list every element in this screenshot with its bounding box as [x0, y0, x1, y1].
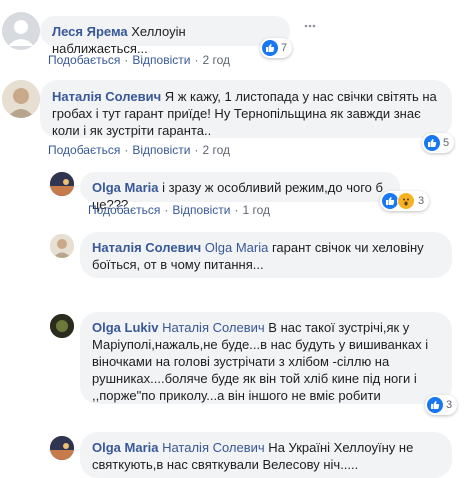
- like-icon: [427, 397, 443, 413]
- comment-actions: Подобається · Відповісти · 2 год: [48, 143, 230, 157]
- reply-actions: Подобається · Відповісти · 1 год: [88, 203, 270, 217]
- comment-text-line: гробах і тут гарант приїде! Ну Тернопіль…: [52, 106, 421, 121]
- comment-text-line: Я ж кажу, 1 листопада у нас свічки світя…: [161, 89, 437, 104]
- timestamp[interactable]: 1 год: [242, 203, 270, 217]
- reaction-count: 7: [281, 42, 288, 54]
- reaction-badge[interactable]: 3: [380, 191, 430, 211]
- reply-text-line: гарант свічок чи хеловіну: [268, 240, 424, 255]
- comment-author[interactable]: Наталія Солевич: [52, 89, 161, 104]
- reply-text-line: святкують,в нас святкували Велесову ніч.…: [92, 457, 359, 472]
- mention-link[interactable]: Наталія Солевич: [162, 440, 265, 455]
- like-link[interactable]: Подобається: [88, 203, 160, 217]
- reply-bubble: Olga Lukiv Наталія Солевич В нас такої з…: [80, 312, 452, 404]
- reaction-badge[interactable]: 3: [425, 395, 458, 415]
- reply-link[interactable]: Відповісти: [132, 143, 190, 157]
- profile-photo-icon: [50, 436, 74, 460]
- comment-text-line: коли і як зустріти гаранта..: [52, 123, 212, 138]
- reply-text-line: ,,порже"по приколу...а він іншого не вмі…: [92, 388, 381, 403]
- profile-photo-icon: [50, 234, 74, 258]
- reaction-count: 5: [443, 137, 450, 149]
- avatar[interactable]: [50, 172, 74, 196]
- profile-photo-icon: [50, 172, 74, 196]
- default-avatar-icon: [8, 20, 34, 46]
- like-icon: [262, 40, 278, 56]
- reply-author[interactable]: Наталія Солевич: [92, 240, 201, 255]
- reply-text-line: В нас такої зустрічі,як у: [264, 320, 410, 335]
- reaction-count: 3: [418, 195, 425, 207]
- profile-photo-icon: [2, 80, 40, 118]
- reaction-count: 3: [446, 399, 453, 411]
- timestamp[interactable]: 2 год: [202, 53, 230, 67]
- reaction-badge[interactable]: 5: [422, 133, 455, 153]
- timestamp[interactable]: 2 год: [202, 143, 230, 157]
- like-icon: [424, 135, 440, 151]
- reply-bubble: Наталія Солевич Olga Maria гарант свічок…: [80, 232, 452, 278]
- reply-bubble: Olga Maria і зразу ж особливий режим,до …: [80, 172, 400, 212]
- more-options-icon[interactable]: [304, 20, 316, 32]
- avatar[interactable]: [50, 314, 74, 338]
- mention-link[interactable]: Наталія Солевич: [162, 320, 265, 335]
- like-link[interactable]: Подобається: [48, 53, 120, 67]
- like-icon: [382, 193, 398, 209]
- comment-author[interactable]: Леся Ярема: [52, 24, 128, 39]
- profile-photo-icon: [50, 314, 74, 338]
- comment-bubble: Леся Ярема Хеллоуін наближається...: [40, 16, 290, 56]
- reply-text-line: боїться, от в чому питання...: [92, 257, 264, 272]
- comment-actions: Подобається · Відповісти · 2 год: [48, 53, 230, 67]
- reply-author[interactable]: Olga Maria: [92, 440, 158, 455]
- reply-author[interactable]: Olga Lukiv: [92, 320, 158, 335]
- reply-text-line: Маріуполі,нажаль,не буде...в нас будуть …: [92, 337, 429, 352]
- avatar[interactable]: [50, 436, 74, 460]
- mention-link[interactable]: Olga Maria: [205, 240, 269, 255]
- avatar[interactable]: [2, 80, 40, 118]
- like-link[interactable]: Подобається: [48, 143, 120, 157]
- wow-icon: [397, 192, 415, 210]
- reply-author[interactable]: Olga Maria: [92, 180, 158, 195]
- reply-text-line: рушниках....боляче буде як він той хліб …: [92, 371, 417, 386]
- comment-bubble: Наталія Солевич Я ж кажу, 1 листопада у …: [40, 80, 452, 138]
- avatar[interactable]: [2, 12, 40, 50]
- reply-link[interactable]: Відповісти: [172, 203, 230, 217]
- reply-text-line: віночками на голові зустрічати з хлібом …: [92, 354, 390, 369]
- reply-text-line: На Україні Хеллоуїну не: [264, 440, 414, 455]
- reply-link[interactable]: Відповісти: [132, 53, 190, 67]
- reaction-badge[interactable]: 7: [260, 38, 293, 58]
- reply-bubble: Olga Maria Наталія Солевич На Україні Хе…: [80, 432, 452, 478]
- avatar[interactable]: [50, 234, 74, 258]
